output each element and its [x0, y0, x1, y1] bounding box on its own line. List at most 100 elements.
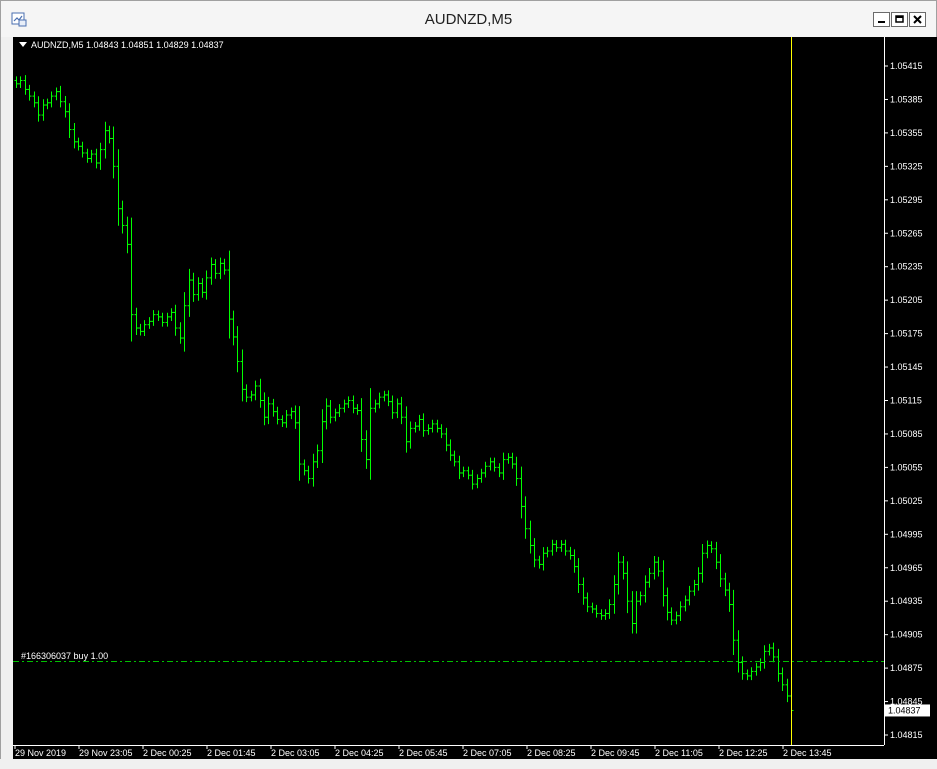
ohlc-bar [222, 258, 227, 275]
ohlc-bar [612, 575, 617, 614]
time-tick-label: 2 Dec 12:25 [719, 748, 768, 758]
ohlc-bar [590, 602, 595, 614]
price-tick-label: 1.05415 [890, 61, 923, 71]
ohlc-bar [187, 268, 192, 317]
ohlc-bar [218, 257, 223, 280]
price-tick-label: 1.04815 [890, 730, 923, 740]
ohlc-bar [435, 419, 440, 433]
time-tick-label: 2 Dec 08:25 [527, 748, 576, 758]
price-chart[interactable]: 1.05415 1.05385 1.05355 1.05325 1.05295 1.052… [13, 37, 937, 760]
ohlc-bar [705, 540, 710, 559]
ohlc-bar [528, 520, 533, 554]
price-tick-label: 1.05265 [890, 228, 923, 238]
window-title: AUDNZD,M5 [424, 11, 513, 28]
ohlc-bar [107, 125, 112, 144]
ohlc-bar [674, 611, 679, 625]
ohlc-bar [780, 667, 785, 691]
ohlc-bar [36, 96, 41, 122]
ohlc-bar [771, 642, 776, 663]
ohlc-bar [386, 390, 391, 407]
ohlc-bar [767, 643, 772, 656]
ohlc-bar [395, 398, 400, 419]
ohlc-bar [647, 567, 652, 588]
ohlc-bar [709, 541, 714, 553]
ohlc-bar [687, 585, 692, 606]
ohlc-bar [244, 384, 249, 403]
ohlc-bar [72, 123, 77, 149]
ohlc-bar [452, 450, 457, 467]
ohlc-bar [492, 457, 497, 472]
ohlc-bar [315, 444, 320, 468]
ohlc-bar [156, 310, 161, 322]
restore-button[interactable] [891, 12, 908, 27]
ohlc-bar [390, 395, 395, 419]
ohlc-bar [151, 310, 156, 326]
ohlc-bar [351, 395, 356, 414]
ohlc-bar [182, 292, 187, 352]
ohlc-bar [413, 421, 418, 433]
ohlc-bar [541, 547, 546, 571]
ohlc-bar [776, 648, 781, 682]
ohlc-bar [306, 465, 311, 484]
ohlc-bar [173, 304, 178, 336]
close-icon [913, 15, 922, 24]
ohlc-bar [320, 409, 325, 464]
chart-canvas[interactable]: 1.05415 1.05385 1.05355 1.05325 1.05295 1.052… [13, 37, 937, 760]
ohlc-bar [457, 455, 462, 480]
ohlc-bar [293, 405, 298, 429]
title-bar[interactable]: AUDNZD,M5 [1, 1, 936, 37]
ohlc-bar [125, 216, 130, 254]
close-button[interactable] [909, 12, 926, 27]
ohlc-bar [213, 259, 218, 279]
time-tick-label: 2 Dec 03:05 [271, 748, 320, 758]
ohlc-bar [723, 572, 728, 597]
ohlc-bar [346, 396, 351, 409]
ohlc-bar [785, 678, 790, 703]
ohlc-bar [302, 459, 307, 476]
ohlc-bar [134, 307, 139, 335]
ohlc-bar [80, 141, 85, 158]
ohlc-bar [231, 310, 236, 346]
symbol-info: AUDNZD,M5 1.04843 1.04851 1.04829 1.0483… [19, 40, 224, 50]
price-tick-label: 1.04905 [890, 630, 923, 640]
ohlc-bar [470, 469, 475, 490]
ohlc-bar [430, 419, 435, 433]
ohlc-bar [700, 544, 705, 583]
ohlc-bar [111, 126, 116, 179]
ohlc-bar [262, 392, 267, 426]
ohlc-bar [359, 398, 364, 452]
minimize-button[interactable] [873, 12, 890, 27]
ohlc-bar [483, 461, 488, 478]
ohlc-bar [683, 595, 688, 612]
ohlc-bar [621, 556, 626, 580]
price-tick-label: 1.05115 [890, 396, 922, 406]
ohlc-bar [599, 609, 604, 620]
ohlc-bar [762, 645, 767, 669]
ohlc-bar [280, 415, 285, 427]
ohlc-bar [661, 560, 666, 607]
ohlc-bar [89, 149, 94, 163]
ohlc-bar [550, 539, 555, 556]
ohlc-bar [324, 398, 329, 430]
ohlc-bar [643, 575, 648, 603]
ohlc-bar [745, 669, 750, 681]
time-tick-label: 2 Dec 07:05 [463, 748, 512, 758]
ohlc-bar [630, 591, 635, 634]
ohlc-bar [669, 607, 674, 626]
ohlc-bar [519, 466, 524, 519]
ohlc-bar [514, 456, 519, 486]
ohlc-bar [607, 599, 612, 619]
ohlc-bar [537, 555, 542, 569]
dropdown-triangle-icon[interactable] [19, 42, 27, 47]
ohlc-bar [271, 398, 276, 417]
ohlc-bar [235, 326, 240, 373]
ohlc-bar [240, 349, 245, 402]
ohlc-bar [142, 320, 147, 336]
ohlc-bar [249, 390, 254, 402]
ohlc-bar [585, 592, 590, 613]
ohlc-bar [289, 407, 294, 420]
ohlc-bar [275, 406, 280, 425]
ohlc-bar [328, 399, 333, 424]
ohlc-bar [572, 549, 577, 573]
time-tick-label: 2 Dec 13:45 [783, 748, 832, 758]
